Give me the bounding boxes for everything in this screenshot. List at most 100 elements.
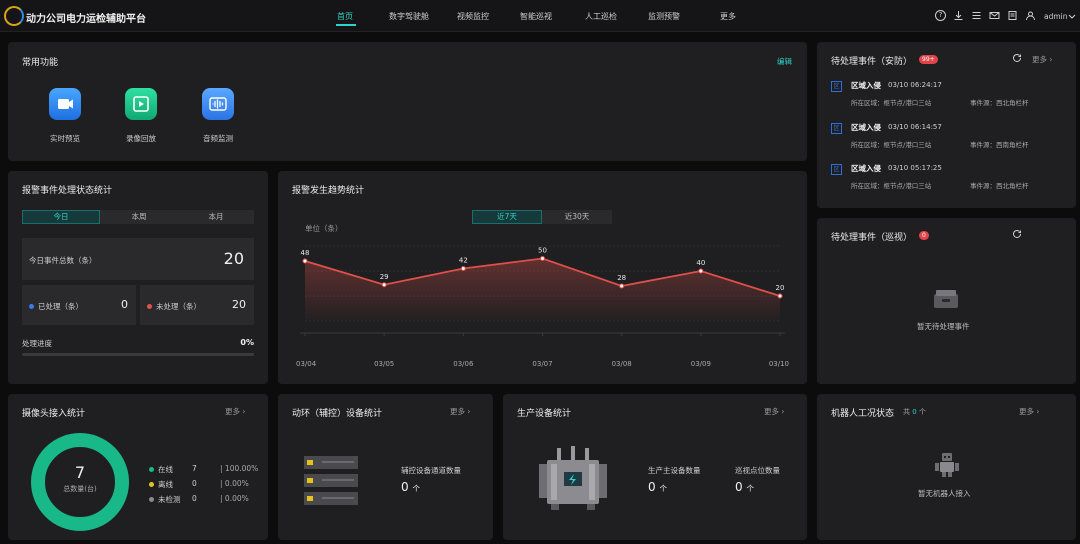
username[interactable]: admin bbox=[1044, 12, 1068, 21]
production-main-label: 生产主设备数量 bbox=[648, 466, 701, 475]
nav-monitor-alert[interactable]: 监测预警 bbox=[648, 11, 680, 22]
camera-stats-title: 摄像头接入统计 bbox=[22, 409, 86, 419]
fn-label-playback[interactable]: 录像回放 bbox=[111, 133, 171, 144]
video-camera-icon[interactable] bbox=[49, 88, 81, 120]
app-title: 动力公司电力运检辅助平台 bbox=[26, 14, 146, 25]
data-point bbox=[302, 258, 308, 264]
pending-patrol-badge: 0 bbox=[919, 231, 929, 240]
production-patrol-label: 巡视点位数量 bbox=[735, 466, 780, 475]
download-icon[interactable] bbox=[953, 10, 964, 21]
data-label: 50 bbox=[538, 247, 547, 255]
legend-offline-pct: | 0.00% bbox=[220, 479, 249, 488]
refresh-icon[interactable] bbox=[1012, 53, 1022, 63]
nav-more[interactable]: 更多 bbox=[720, 11, 736, 22]
common-functions-panel: 常用功能 编辑 实时预览 录像回放 音频监测 bbox=[8, 42, 807, 161]
data-label: 48 bbox=[301, 249, 310, 257]
legend-unchecked-count: 0 bbox=[192, 494, 197, 503]
legend-online-pct: | 100.00% bbox=[220, 464, 259, 473]
pending-patrol-title: 待处理事件（巡视） bbox=[831, 233, 913, 243]
camera-stats-panel: 摄像头接入统计 更多 › 7 总数量(台) 在线 7 | 100.00% 离线 … bbox=[8, 394, 268, 540]
aux-device-more-link[interactable]: 更多 › bbox=[450, 406, 470, 417]
transformer-icon bbox=[539, 446, 607, 510]
tab-today[interactable]: 今日 bbox=[22, 210, 100, 224]
legend-online: 在线 bbox=[149, 464, 173, 475]
legend-online-count: 7 bbox=[192, 464, 197, 473]
camera-donut-chart bbox=[31, 433, 129, 531]
pending-security-title: 待处理事件（安防） bbox=[831, 57, 913, 67]
data-point bbox=[698, 268, 704, 274]
nav-active-indicator bbox=[336, 24, 356, 26]
nav-manual-inspection[interactable]: 人工巡检 bbox=[585, 11, 617, 22]
list-icon[interactable] bbox=[971, 10, 982, 21]
event-area: 所在区域：枢节点/港口三站 bbox=[851, 99, 932, 107]
robot-icon bbox=[935, 453, 959, 477]
logo-icon bbox=[4, 6, 24, 26]
x-tick-label: 03/09 bbox=[691, 360, 711, 368]
event-title[interactable]: 区域入侵 bbox=[851, 122, 881, 133]
nav-home[interactable]: 首页 bbox=[337, 11, 353, 22]
user-avatar-icon[interactable] bbox=[1025, 10, 1036, 21]
robot-status-title: 机器人工况状态 bbox=[831, 409, 895, 419]
progress-value: 0% bbox=[240, 338, 254, 347]
event-area: 所在区域：枢节点/港口三站 bbox=[851, 141, 932, 149]
aux-device-panel: 动环（辅控）设备统计 更多 › 辅控设备通道数量 0 个 bbox=[278, 394, 493, 540]
refresh-icon[interactable] bbox=[1012, 229, 1022, 239]
event-title[interactable]: 区域入侵 bbox=[851, 163, 881, 174]
tab-this-week[interactable]: 本周 bbox=[100, 210, 178, 224]
playback-icon[interactable] bbox=[125, 88, 157, 120]
pending-security-panel: 待处理事件（安防） 99+ 更多 › 区 区域入侵 03/10 06:24:17… bbox=[817, 42, 1076, 208]
x-tick-label: 03/10 bbox=[769, 360, 789, 368]
nav-video-monitor[interactable]: 视频监控 bbox=[457, 11, 489, 22]
tab-this-month[interactable]: 本月 bbox=[178, 210, 254, 224]
unhandled-card: 未处理（条） 20 bbox=[140, 285, 254, 325]
today-total-card: 今日事件总数（条） 20 bbox=[22, 238, 254, 280]
nav-smart-patrol[interactable]: 智能巡视 bbox=[520, 11, 552, 22]
production-patrol-value: 0 个 bbox=[735, 480, 754, 494]
pending-security-more-link[interactable]: 更多 › bbox=[1032, 54, 1052, 65]
data-label: 40 bbox=[696, 259, 705, 267]
settings-doc-icon[interactable] bbox=[1007, 10, 1018, 21]
event-type-icon: 区 bbox=[831, 123, 842, 134]
robot-empty-text: 暂无机器人接入 bbox=[918, 489, 971, 498]
production-device-more-link[interactable]: 更多 › bbox=[764, 406, 784, 417]
camera-stats-more-link[interactable]: 更多 › bbox=[225, 406, 245, 417]
handled-dot-icon bbox=[29, 304, 34, 309]
data-label: 20 bbox=[776, 284, 785, 292]
help-icon[interactable]: ? bbox=[935, 10, 946, 21]
data-point bbox=[381, 282, 387, 288]
fn-label-live-preview[interactable]: 实时预览 bbox=[35, 133, 95, 144]
trend-area bbox=[305, 258, 780, 321]
top-bar: 动力公司电力运检辅助平台 首页 数字驾驶舱 视频监控 智能巡视 人工巡检 监测预… bbox=[0, 0, 1080, 32]
event-type-icon: 区 bbox=[831, 164, 842, 175]
event-source: 事件源：西南角栏杆 bbox=[970, 141, 1029, 149]
audio-wave-icon[interactable] bbox=[202, 88, 234, 120]
chevron-down-icon[interactable] bbox=[1068, 11, 1076, 22]
x-tick-label: 03/04 bbox=[296, 360, 317, 368]
mail-icon[interactable] bbox=[989, 10, 1000, 21]
alarm-status-panel: 报警事件处理状态统计 今日 本周 本月 今日事件总数（条） 20 已处理（条） … bbox=[8, 171, 268, 384]
nav-digital-cockpit[interactable]: 数字驾驶舱 bbox=[389, 11, 429, 22]
empty-box-icon bbox=[934, 290, 958, 308]
fn-label-audio-monitor[interactable]: 音频监测 bbox=[188, 133, 248, 144]
common-functions-title: 常用功能 bbox=[22, 58, 59, 68]
production-main-value: 0 个 bbox=[648, 480, 667, 494]
event-type-icon: 区 bbox=[831, 81, 842, 92]
production-device-title: 生产设备统计 bbox=[517, 409, 572, 419]
edit-link[interactable]: 编辑 bbox=[777, 56, 792, 67]
camera-total-label: 总数量(台) bbox=[63, 485, 97, 493]
event-area: 所在区域：枢节点/港口三站 bbox=[851, 182, 932, 190]
aux-device-title: 动环（辅控）设备统计 bbox=[292, 409, 383, 419]
data-label: 28 bbox=[617, 274, 626, 282]
data-point bbox=[777, 293, 783, 299]
robot-status-panel: 机器人工况状态 共 0 个 更多 › 暂无机器人接入 bbox=[817, 394, 1076, 540]
event-time: 03/10 06:14:57 bbox=[888, 123, 942, 131]
pending-patrol-empty-text: 暂无待处理事件 bbox=[917, 322, 970, 331]
event-title[interactable]: 区域入侵 bbox=[851, 80, 881, 91]
legend-offline: 离线 bbox=[149, 479, 173, 490]
robot-status-more-link[interactable]: 更多 › bbox=[1019, 406, 1039, 417]
event-time: 03/10 06:24:17 bbox=[888, 81, 942, 89]
event-time: 03/10 05:17:25 bbox=[888, 164, 942, 172]
x-tick-label: 03/08 bbox=[612, 360, 632, 368]
handled-card: 已处理（条） 0 bbox=[22, 285, 136, 325]
legend-unchecked: 未检测 bbox=[149, 494, 181, 505]
